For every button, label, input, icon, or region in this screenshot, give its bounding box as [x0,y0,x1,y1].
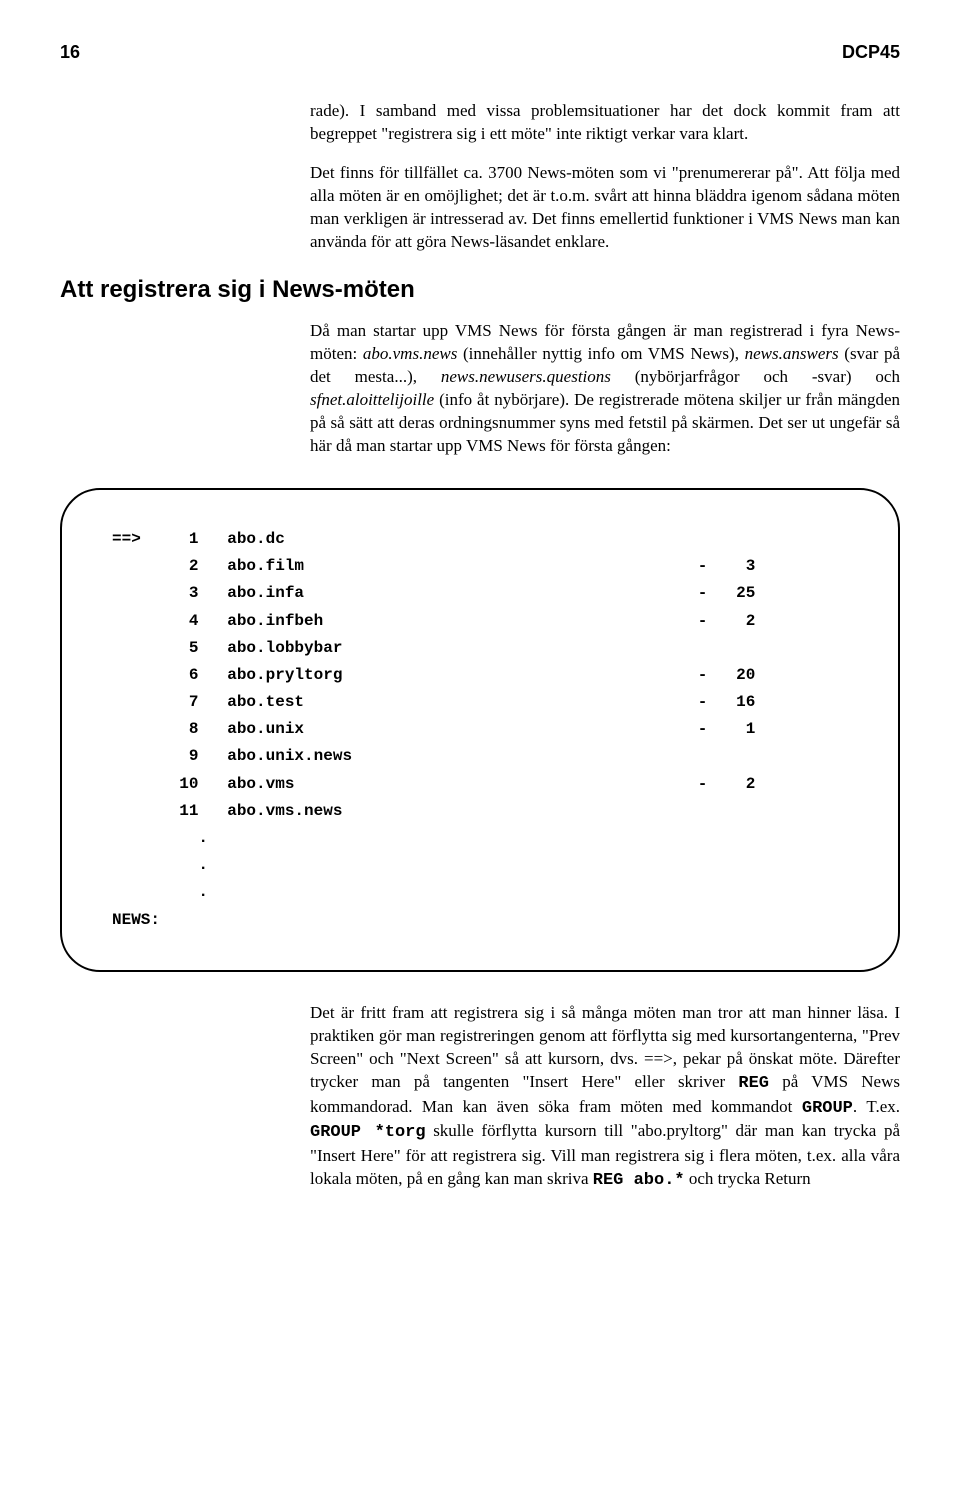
paragraph-4: Det är fritt fram att registrera sig i s… [310,1002,900,1194]
mono-term: GROUP *torg [310,1123,426,1142]
body-column-2: Då man startar upp VMS News för första g… [310,320,900,458]
mono-term: REG abo.* [593,1171,685,1190]
section-heading: Att registrera sig i News-möten [60,274,900,306]
terminal-output: ==> 1 abo.dc 2 abo.film - 3 3 abo.infa -… [60,488,900,972]
page-number: 16 [60,40,80,64]
text: och trycka Return [685,1169,811,1188]
text: (nybörjarfrågor och -svar) och [611,367,900,386]
body-column: rade). I samband med vissa problemsituat… [310,100,900,254]
italic-term: abo.vms.news [363,344,457,363]
mono-term: GROUP [802,1099,853,1118]
italic-term: news.answers [745,344,839,363]
paragraph-1: rade). I samband med vissa problemsituat… [310,100,900,146]
paragraph-3: Då man startar upp VMS News för första g… [310,320,900,458]
text: . T.ex. [853,1097,900,1116]
doc-code: DCP45 [842,40,900,64]
mono-term: REG [738,1074,769,1093]
italic-term: news.newusers.questions [441,367,611,386]
page-header: 16 DCP45 [60,40,900,64]
italic-term: sfnet.aloittelijoille [310,390,434,409]
text: (innehåller nyttig info om VMS News), [457,344,744,363]
paragraph-2: Det finns för tillfället ca. 3700 News-m… [310,162,900,254]
body-column-3: Det är fritt fram att registrera sig i s… [310,1002,900,1194]
